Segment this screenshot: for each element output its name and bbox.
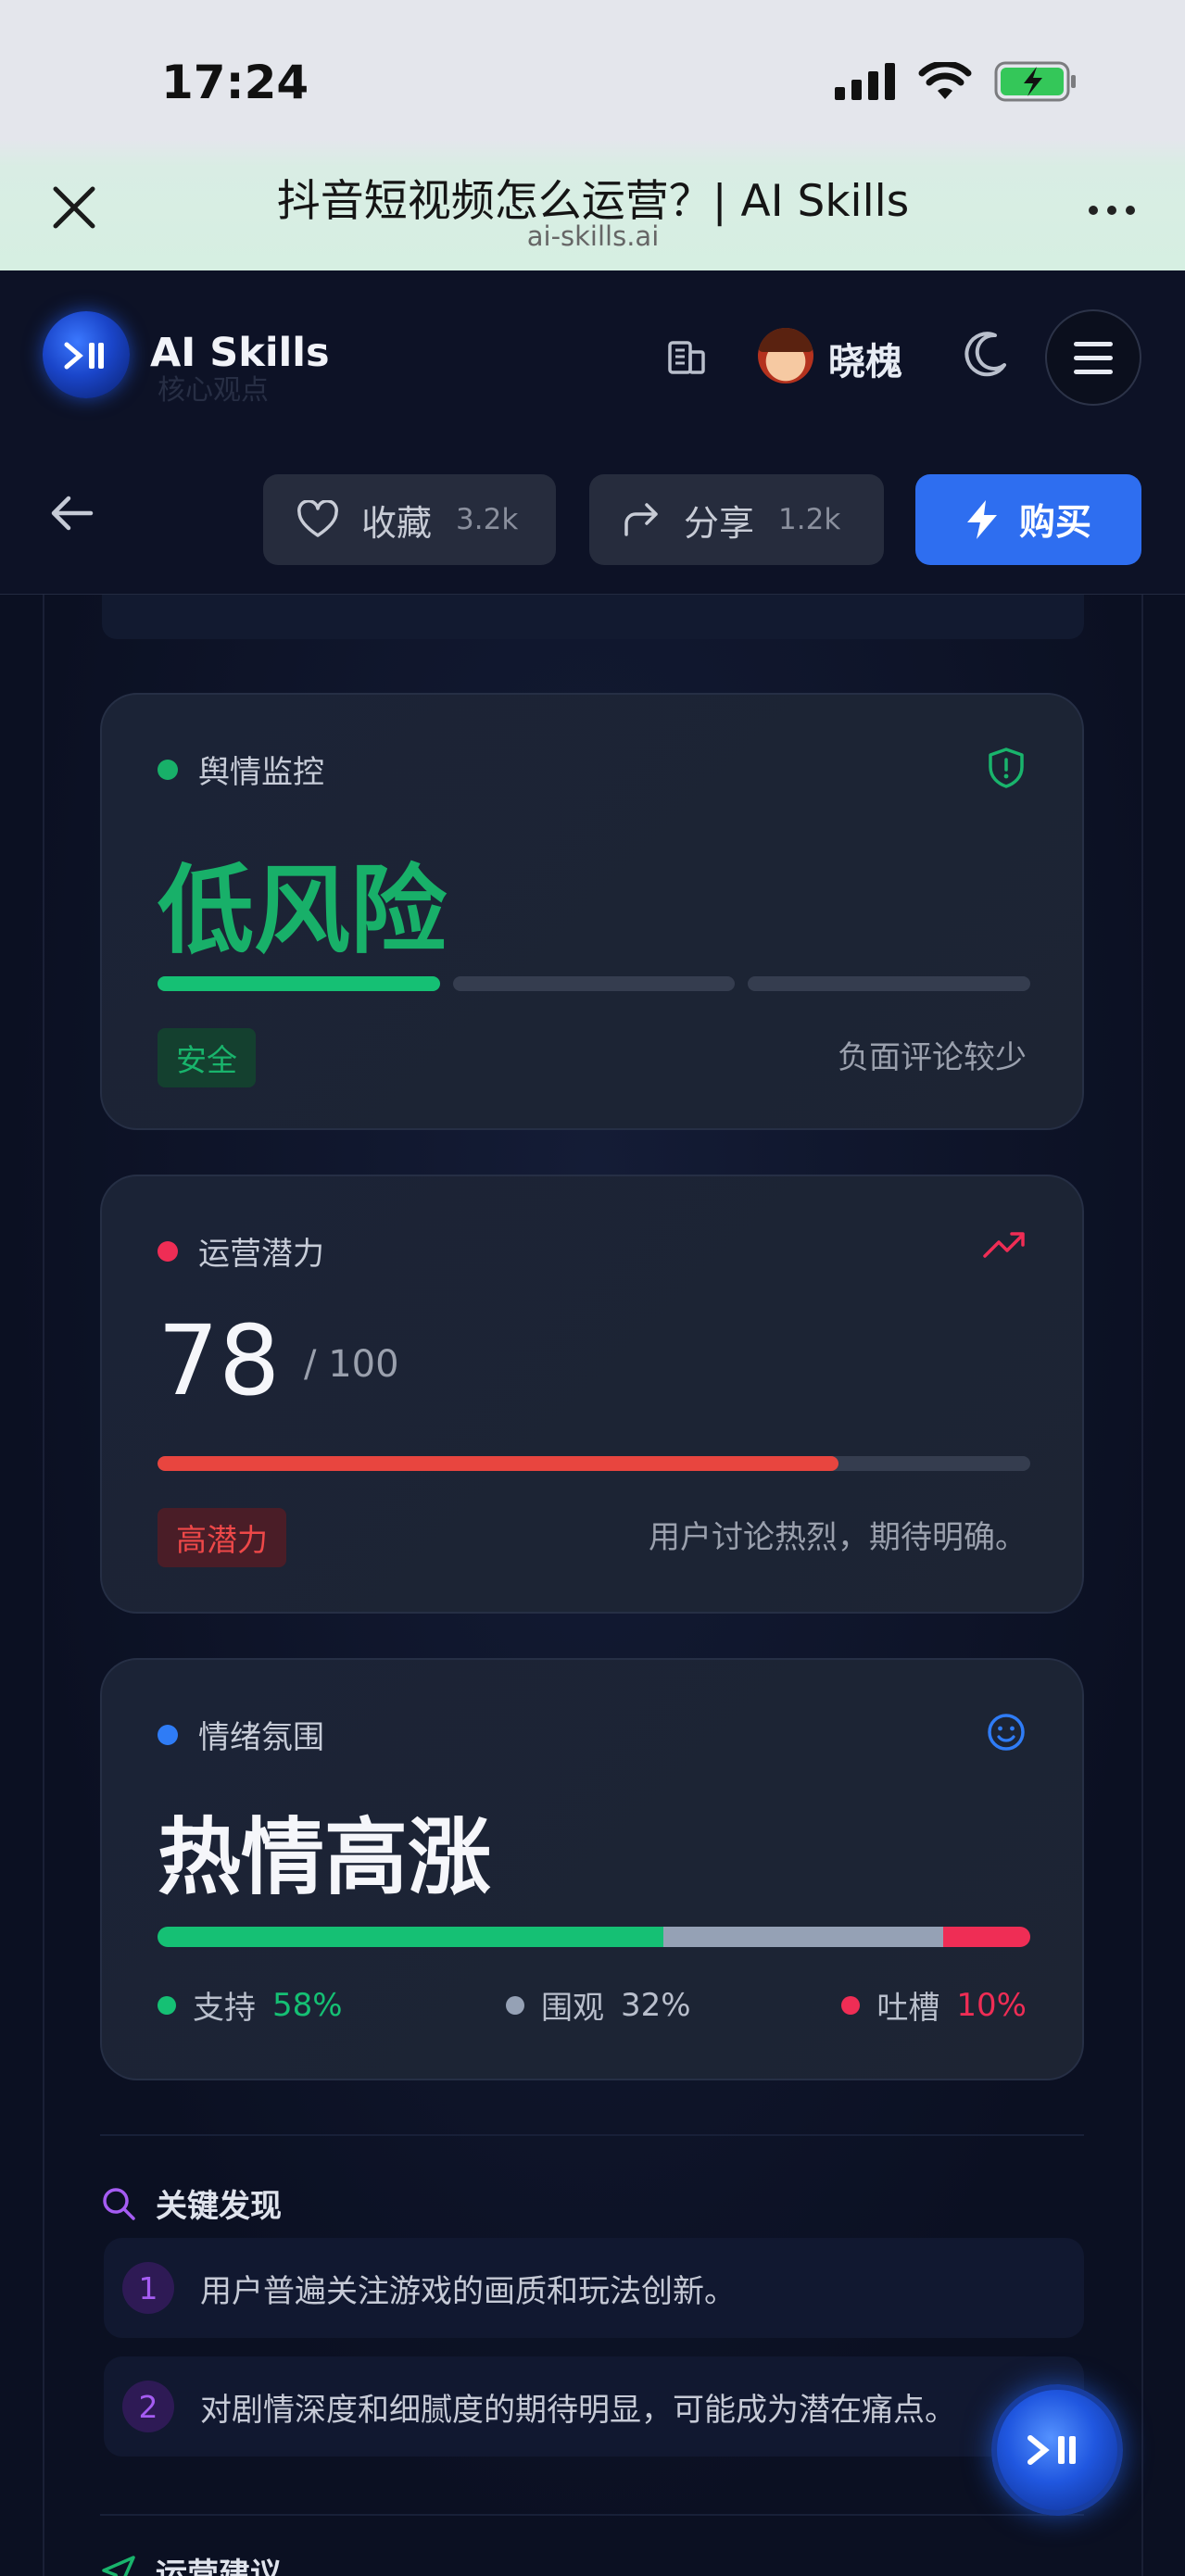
potential-score-max: / 100 xyxy=(304,1343,399,1386)
status-badge: 高潜力 xyxy=(158,1508,286,1567)
buy-button[interactable]: 购买 xyxy=(915,474,1141,565)
wifi-icon xyxy=(918,62,972,99)
suggestions-header: 运营建议 xyxy=(100,2549,282,2576)
finding-number: 2 xyxy=(122,2381,174,2432)
favorite-count: 3.2k xyxy=(456,503,519,536)
app-header: AI Skills 核心观点 晓槐 收藏 3.2k 分享 1.2k 购买 xyxy=(0,270,1185,595)
potential-progress-fill xyxy=(158,1456,838,1471)
mood-card: 情绪氛围 热情高涨 支持 58% 围观 32% 吐槽 10% xyxy=(100,1658,1084,2080)
browser-page-title: 抖音短视频怎么运营？| AI Skills xyxy=(276,176,910,227)
legend-value: 58% xyxy=(272,1986,343,2024)
sentiment-segment-2 xyxy=(942,1927,1030,1947)
mood-value: 热情高涨 xyxy=(158,1809,491,1906)
status-dot xyxy=(158,1724,178,1745)
legend-label: 围观 xyxy=(541,1990,604,2027)
sentiment-segment-0 xyxy=(158,1927,664,1947)
divider xyxy=(100,2514,1084,2516)
card-title: 情绪氛围 xyxy=(198,1719,324,1756)
section-title: 运营建议 xyxy=(156,2557,282,2576)
legend-value: 10% xyxy=(956,1986,1027,2024)
sentiment-monitor-card: 舆情监控 低风险 安全 负面评论较少 xyxy=(100,693,1084,1130)
share-button[interactable]: 分享 1.2k xyxy=(589,474,884,565)
floating-assistant-button[interactable] xyxy=(991,2384,1123,2516)
list-item: 1 用户普遍关注游戏的画质和玩法创新。 xyxy=(104,2238,1084,2338)
card-note: 负面评论较少 xyxy=(838,1039,1027,1076)
battery-icon xyxy=(994,61,1076,102)
sentiment-segment-1 xyxy=(663,1927,943,1947)
buy-label: 购买 xyxy=(1018,502,1091,544)
legend-support: 支持 58% xyxy=(158,1982,343,2028)
risk-meter xyxy=(158,976,1031,991)
share-count: 1.2k xyxy=(778,503,841,536)
signal-icon xyxy=(835,63,895,100)
card-title: 舆情监控 xyxy=(198,754,324,791)
potential-score: 78 xyxy=(158,1304,281,1417)
favorite-label: 收藏 xyxy=(361,502,433,544)
card-title: 运营潜力 xyxy=(198,1236,324,1273)
status-badge: 安全 xyxy=(158,1028,256,1087)
status-icons xyxy=(835,61,1078,102)
avatar[interactable] xyxy=(758,328,813,383)
legend-label: 支持 xyxy=(193,1990,256,2027)
browser-chrome: 17:24 抖音短视频怎么运营？| AI Skills ai-skills.ai xyxy=(0,0,1185,270)
search-icon xyxy=(103,2187,135,2220)
finding-text: 对剧情深度和细腻度的期待明显，可能成为潜在痛点。 xyxy=(200,2391,956,2429)
browser-url[interactable]: ai-skills.ai xyxy=(185,220,1001,252)
divider xyxy=(100,2134,1084,2136)
list-item xyxy=(102,595,1084,639)
logo-mark-icon xyxy=(64,342,104,370)
shield-icon xyxy=(989,748,1024,788)
send-icon xyxy=(102,2555,135,2576)
legend-complain: 吐槽 10% xyxy=(841,1982,1027,2028)
favorite-button[interactable]: 收藏 3.2k xyxy=(263,474,556,565)
close-icon[interactable] xyxy=(48,182,100,233)
risk-level: 低风险 xyxy=(158,854,448,967)
trending-up-icon xyxy=(983,1232,1025,1258)
brand-logo[interactable] xyxy=(43,311,130,398)
section-title: 关键发现 xyxy=(156,2188,282,2225)
sentiment-bar xyxy=(158,1927,1030,1947)
building-icon[interactable] xyxy=(665,335,708,378)
smile-icon xyxy=(988,1714,1025,1751)
status-dot xyxy=(158,759,178,780)
status-time: 17:24 xyxy=(161,56,309,109)
legend-label: 吐槽 xyxy=(876,1990,940,2027)
list-item: 2 对剧情深度和细腻度的期待明显，可能成为潜在痛点。 xyxy=(104,2356,1084,2457)
heart-icon xyxy=(297,500,338,537)
menu-icon[interactable] xyxy=(1045,309,1141,406)
bolt-icon xyxy=(966,500,997,539)
back-arrow-icon[interactable] xyxy=(48,493,95,534)
share-icon xyxy=(624,503,658,536)
potential-progress-bar xyxy=(158,1456,1030,1471)
legend-watch: 围观 32% xyxy=(506,1982,691,2028)
card-note: 用户讨论热烈，期待明确。 xyxy=(649,1519,1027,1556)
finding-text: 用户普遍关注游戏的画质和玩法创新。 xyxy=(200,2272,736,2310)
section-ghost-heading: 核心观点 xyxy=(158,374,269,407)
status-dot xyxy=(158,1240,178,1262)
finding-number: 1 xyxy=(122,2262,174,2314)
main-content[interactable]: 舆情监控 低风险 安全 负面评论较少 运营潜力 78 / 100 高潜力 用户讨… xyxy=(0,595,1185,2576)
share-label: 分享 xyxy=(684,502,755,544)
key-findings-header: 关键发现 xyxy=(100,2180,282,2226)
logo-mark-icon xyxy=(1027,2435,1076,2465)
moon-icon[interactable] xyxy=(960,328,1012,380)
legend-value: 32% xyxy=(621,1986,691,2024)
username[interactable]: 晓槐 xyxy=(828,332,902,385)
potential-card: 运营潜力 78 / 100 高潜力 用户讨论热烈，期待明确。 xyxy=(100,1175,1084,1614)
more-icon[interactable] xyxy=(1089,206,1135,215)
